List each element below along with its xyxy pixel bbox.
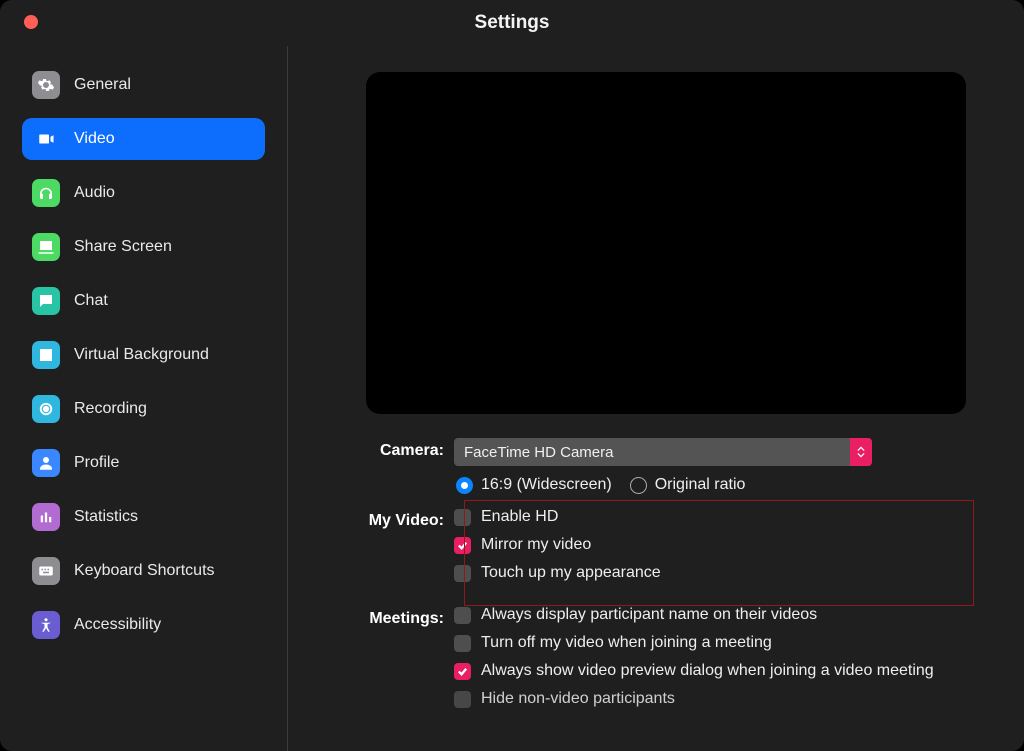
checkbox-indicator	[454, 565, 471, 582]
sidebar-item-accessibility[interactable]: Accessibility	[22, 604, 265, 646]
chevron-up-down-icon	[850, 438, 872, 466]
checkbox-turn-off-video[interactable]: Turn off my video when joining a meeting	[454, 634, 998, 652]
settings-content: Camera: FaceTime HD Camera 16:9 (Widescr…	[288, 46, 1024, 751]
checkbox-indicator	[454, 537, 471, 554]
window-title: Settings	[0, 12, 1024, 34]
checkbox-indicator	[454, 663, 471, 680]
radio-label: Original ratio	[655, 476, 746, 494]
meetings-label: Meetings:	[334, 606, 454, 628]
sidebar-item-audio[interactable]: Audio	[22, 172, 265, 214]
checkbox-hide-non-video[interactable]: Hide non-video participants	[454, 690, 998, 708]
sidebar-item-recording[interactable]: Recording	[22, 388, 265, 430]
sidebar-item-label: Share Screen	[74, 238, 172, 256]
checkbox-label: Always show video preview dialog when jo…	[481, 662, 934, 680]
sidebar-item-label: Virtual Background	[74, 346, 209, 364]
camera-row: Camera: FaceTime HD Camera 16:9 (Widescr…	[334, 438, 998, 494]
checkbox-label: Enable HD	[481, 508, 558, 526]
sidebar-item-label: Audio	[74, 184, 115, 202]
person-icon	[32, 449, 60, 477]
my-video-row: My Video: Enable HD Mirror my video Touc…	[334, 508, 998, 592]
sidebar-item-keyboard-shortcuts[interactable]: Keyboard Shortcuts	[22, 550, 265, 592]
sidebar: General Video Audio Share Screen	[0, 46, 288, 751]
gear-icon	[32, 71, 60, 99]
sidebar-item-video[interactable]: Video	[22, 118, 265, 160]
checkbox-enable-hd[interactable]: Enable HD	[454, 508, 998, 526]
keyboard-icon	[32, 557, 60, 585]
sidebar-item-chat[interactable]: Chat	[22, 280, 265, 322]
sidebar-item-label: Chat	[74, 292, 108, 310]
radio-original[interactable]: Original ratio	[630, 476, 746, 494]
radio-label: 16:9 (Widescreen)	[481, 476, 612, 494]
camera-label: Camera:	[334, 438, 454, 460]
bar-chart-icon	[32, 503, 60, 531]
checkbox-touch-up[interactable]: Touch up my appearance	[454, 564, 998, 582]
image-icon	[32, 341, 60, 369]
my-video-label: My Video:	[334, 508, 454, 530]
accessibility-icon	[32, 611, 60, 639]
camera-select-value: FaceTime HD Camera	[464, 444, 613, 461]
checkbox-display-name[interactable]: Always display participant name on their…	[454, 606, 998, 624]
sidebar-item-virtual-background[interactable]: Virtual Background	[22, 334, 265, 376]
radio-indicator	[630, 477, 647, 494]
sidebar-item-general[interactable]: General	[22, 64, 265, 106]
sidebar-item-label: Statistics	[74, 508, 138, 526]
record-icon	[32, 395, 60, 423]
video-preview	[366, 72, 966, 414]
aspect-ratio-group: 16:9 (Widescreen) Original ratio	[454, 476, 998, 494]
settings-window: Settings General Video Audio	[0, 0, 1024, 751]
checkbox-label: Mirror my video	[481, 536, 591, 554]
sidebar-item-label: Recording	[74, 400, 147, 418]
sidebar-item-profile[interactable]: Profile	[22, 442, 265, 484]
window-controls	[24, 15, 38, 29]
video-camera-icon	[32, 125, 60, 153]
sidebar-item-label: Accessibility	[74, 616, 161, 634]
checkbox-label: Hide non-video participants	[481, 690, 675, 708]
radio-indicator	[456, 477, 473, 494]
checkbox-label: Touch up my appearance	[481, 564, 661, 582]
checkbox-indicator	[454, 607, 471, 624]
headphones-icon	[32, 179, 60, 207]
sidebar-item-label: Profile	[74, 454, 119, 472]
chat-icon	[32, 287, 60, 315]
sidebar-item-share-screen[interactable]: Share Screen	[22, 226, 265, 268]
close-window-button[interactable]	[24, 15, 38, 29]
sidebar-item-statistics[interactable]: Statistics	[22, 496, 265, 538]
camera-select[interactable]: FaceTime HD Camera	[454, 438, 872, 466]
checkbox-indicator	[454, 691, 471, 708]
checkbox-indicator	[454, 509, 471, 526]
sidebar-item-label: Keyboard Shortcuts	[74, 562, 215, 580]
radio-16-9[interactable]: 16:9 (Widescreen)	[456, 476, 612, 494]
checkbox-indicator	[454, 635, 471, 652]
checkbox-preview-dialog[interactable]: Always show video preview dialog when jo…	[454, 662, 998, 680]
sidebar-item-label: Video	[74, 130, 115, 148]
meetings-row: Meetings: Always display participant nam…	[334, 606, 998, 718]
checkbox-mirror-video[interactable]: Mirror my video	[454, 536, 998, 554]
checkbox-label: Always display participant name on their…	[481, 606, 817, 624]
titlebar: Settings	[0, 0, 1024, 46]
window-body: General Video Audio Share Screen	[0, 46, 1024, 751]
sidebar-item-label: General	[74, 76, 131, 94]
checkbox-label: Turn off my video when joining a meeting	[481, 634, 772, 652]
share-screen-icon	[32, 233, 60, 261]
